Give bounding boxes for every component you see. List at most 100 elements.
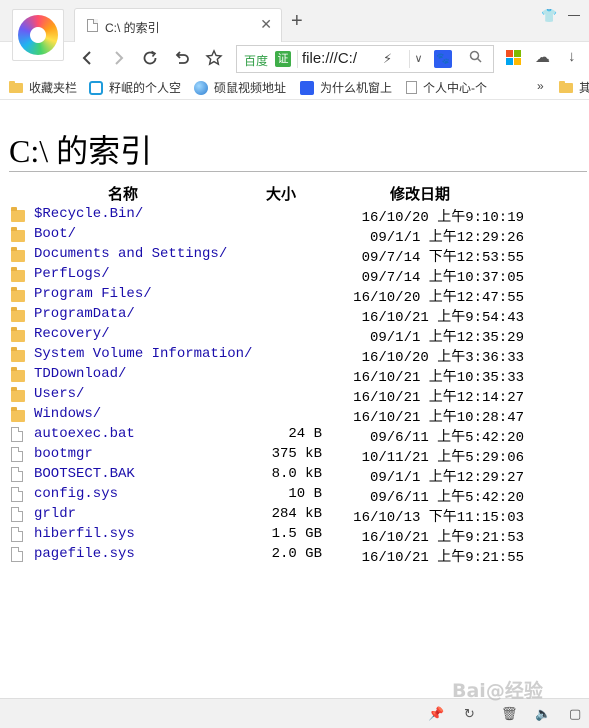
bookmark-favorites-bar[interactable]: 收藏夹栏 xyxy=(9,79,77,96)
table-row: Users/16/10/21 上午12:14:27 xyxy=(0,384,589,406)
back-icon[interactable] xyxy=(76,46,100,70)
url-field[interactable]: file:///C:/ xyxy=(302,50,357,67)
logo-icon xyxy=(18,15,58,55)
table-row: BOOTSECT.BAK 8.0 kB 09/1/1 上午12:29:27 xyxy=(0,464,589,486)
modified-date: 16/10/21 上午12:14:27 xyxy=(353,390,524,406)
table-row: ProgramData/16/10/21 上午9:54:43 xyxy=(0,304,589,326)
folder-link[interactable]: System Volume Information/ xyxy=(34,346,252,362)
bookmarks-overflow-icon[interactable]: » xyxy=(537,79,544,93)
address-divider xyxy=(297,50,298,68)
file-link[interactable]: pagefile.sys xyxy=(34,546,135,562)
folder-link[interactable]: PerfLogs/ xyxy=(34,266,110,282)
modified-date: 09/7/14 上午10:37:05 xyxy=(361,270,524,286)
file-link[interactable]: grldr xyxy=(34,506,76,522)
undo-icon[interactable] xyxy=(170,46,194,70)
table-row: autoexec.bat 24 B 09/6/11 上午5:42:20 xyxy=(0,424,589,446)
file-size: 375 kB xyxy=(271,446,322,462)
download-icon[interactable]: ↓ xyxy=(568,48,576,65)
table-row: Program Files/16/10/20 上午12:47:55 xyxy=(0,284,589,306)
chevron-down-icon[interactable]: ∨ xyxy=(409,50,427,68)
folder-icon xyxy=(11,407,25,422)
browser-logo[interactable] xyxy=(12,9,64,61)
file-link[interactable]: config.sys xyxy=(34,486,118,502)
folder-link[interactable]: $Recycle.Bin/ xyxy=(34,206,143,222)
folder-icon xyxy=(11,227,25,242)
tab-title: C:\ 的索引 xyxy=(105,21,160,35)
folder-link[interactable]: Boot/ xyxy=(34,226,76,242)
column-header-size[interactable]: 大小 xyxy=(266,183,296,204)
close-tab-icon[interactable]: ✕ xyxy=(260,17,272,31)
file-link[interactable]: hiberfil.sys xyxy=(34,526,135,542)
folder-link[interactable]: ProgramData/ xyxy=(34,306,135,322)
baidu-paw-icon[interactable]: 🐾 xyxy=(434,50,452,68)
page-icon xyxy=(87,19,98,32)
pin-icon[interactable]: 📌 xyxy=(428,706,444,722)
forward-icon[interactable] xyxy=(106,46,130,70)
skin-icon[interactable]: 👕 xyxy=(541,8,557,24)
folder-icon xyxy=(11,387,25,402)
folder-link[interactable]: Windows/ xyxy=(34,406,101,422)
table-row: $Recycle.Bin/16/10/20 上午9:10:19 xyxy=(0,204,589,226)
file-size: 2.0 GB xyxy=(271,546,322,562)
folder-link[interactable]: Documents and Settings/ xyxy=(34,246,227,262)
file-link[interactable]: autoexec.bat xyxy=(34,426,135,442)
bookmark-label: 为什么机窗上 xyxy=(320,81,393,95)
bookmark-item[interactable]: 硕鼠视频地址 xyxy=(194,79,286,96)
folder-icon xyxy=(11,287,25,302)
file-icon xyxy=(11,507,23,522)
bookmark-label: 个人中心-个 xyxy=(423,81,487,95)
bookmark-label: 收藏夹栏 xyxy=(29,81,78,95)
file-size: 24 B xyxy=(288,426,322,442)
cloud-icon[interactable]: ☁ xyxy=(535,48,550,66)
file-size: 1.5 GB xyxy=(271,526,322,542)
folder-link[interactable]: Recovery/ xyxy=(34,326,110,342)
bookmark-item[interactable]: 个人中心-个 xyxy=(406,79,487,96)
bilibili-icon xyxy=(89,80,103,95)
lightning-icon[interactable]: ⚡ xyxy=(383,51,392,67)
modified-date: 16/10/21 上午9:21:53 xyxy=(361,530,524,546)
file-link[interactable]: BOOTSECT.BAK xyxy=(34,466,135,482)
minimize-icon[interactable] xyxy=(568,15,580,16)
window-icon[interactable]: ▢ xyxy=(569,706,581,722)
bookmark-item[interactable]: 籽岷的个人空 xyxy=(89,79,181,96)
file-list: $Recycle.Bin/16/10/20 上午9:10:19 Boot/09/1… xyxy=(0,204,589,566)
refresh-icon[interactable] xyxy=(138,46,162,70)
table-row: pagefile.sys 2.0 GB 16/10/21 上午9:21:55 xyxy=(0,544,589,566)
folder-icon xyxy=(11,207,25,222)
bookmark-label: 其 xyxy=(579,81,589,95)
bookmark-item[interactable]: 为什么机窗上 xyxy=(300,79,392,96)
file-size: 10 B xyxy=(288,486,322,502)
search-engine-label[interactable]: 百度 xyxy=(244,52,268,69)
apps-icon[interactable] xyxy=(506,50,521,65)
modified-date: 16/10/20 上午9:10:19 xyxy=(361,210,524,226)
modified-date: 16/10/13 下午11:15:03 xyxy=(353,510,524,526)
cert-icon[interactable]: 证 xyxy=(275,51,291,67)
modified-date: 10/11/21 上午5:29:06 xyxy=(361,450,524,466)
folder-link[interactable]: Program Files/ xyxy=(34,286,152,302)
speedup-icon[interactable]: ↻ xyxy=(464,706,475,722)
file-link[interactable]: bootmgr xyxy=(34,446,93,462)
bookmark-overflow-folder[interactable]: 其 xyxy=(559,79,589,96)
file-icon xyxy=(11,487,23,502)
star-icon[interactable] xyxy=(202,46,226,70)
modified-date: 16/10/20 上午12:47:55 xyxy=(353,290,524,306)
modified-date: 09/6/11 上午5:42:20 xyxy=(369,490,524,506)
modified-date: 09/1/1 上午12:35:29 xyxy=(369,330,524,346)
table-row: PerfLogs/09/7/14 上午10:37:05 xyxy=(0,264,589,286)
folder-link[interactable]: Users/ xyxy=(34,386,84,402)
tab-active[interactable]: C:\ 的索引 ✕ xyxy=(74,8,282,42)
column-header-modified[interactable]: 修改日期 xyxy=(390,183,450,204)
address-bar[interactable]: 百度 证 file:///C:/ ⚡ ∨ 🐾 xyxy=(236,45,494,73)
folder-icon xyxy=(9,80,23,93)
modified-date: 16/10/21 上午10:35:33 xyxy=(353,370,524,386)
modified-date: 16/10/21 上午9:54:43 xyxy=(361,310,524,326)
volume-icon[interactable]: 🔈 xyxy=(535,706,551,722)
new-tab-icon[interactable]: + xyxy=(291,11,303,31)
search-icon[interactable] xyxy=(469,50,482,66)
trash-icon[interactable]: 🗑 xyxy=(501,706,518,722)
page-icon xyxy=(406,81,417,94)
column-header-name[interactable]: 名称 xyxy=(108,183,138,204)
table-row: Boot/09/1/1 上午12:29:26 xyxy=(0,224,589,246)
folder-link[interactable]: TDDownload/ xyxy=(34,366,126,382)
file-icon xyxy=(11,427,23,442)
